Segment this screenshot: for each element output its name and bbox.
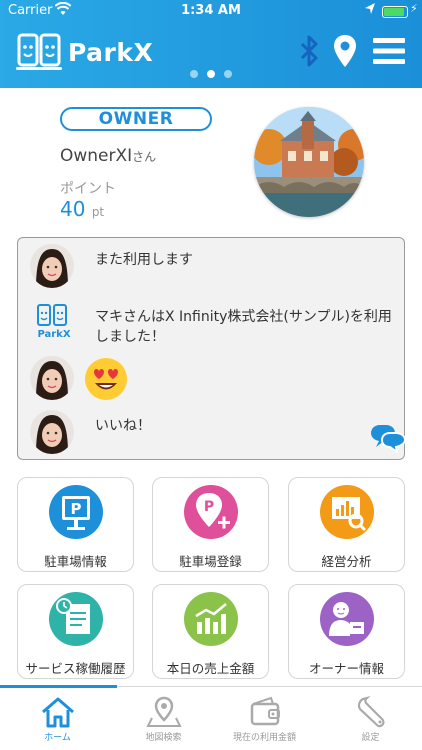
- wallet-icon: [212, 696, 317, 732]
- feed-item-text: また利用します: [95, 252, 193, 268]
- username-text: OwnerXI: [60, 146, 133, 166]
- feed-item[interactable]: [30, 356, 129, 406]
- analytics-icon: [320, 485, 374, 539]
- menu-tile-owner-info[interactable]: オーナー情報: [288, 584, 405, 679]
- menu-tile-parking-info[interactable]: P 駐車場情報: [17, 477, 134, 572]
- menu-tile-label: サービス稼働履歴: [25, 661, 126, 676]
- user-avatar: [30, 244, 74, 288]
- parking-info-icon: P: [49, 485, 103, 539]
- menu-tile-label: 本日の売上金額: [166, 661, 255, 676]
- points-unit: pt: [91, 205, 105, 219]
- parkx-logo-mark-icon: [16, 32, 62, 72]
- svg-text:P: P: [204, 499, 214, 515]
- parkx-logo: ParkX: [16, 30, 153, 74]
- menu-tile-label: 駐車場登録: [179, 554, 242, 569]
- menu-tile-parking-register[interactable]: P 駐車場登録: [152, 477, 269, 572]
- battery-icon: [382, 6, 408, 18]
- tab-label: 設定: [361, 733, 380, 743]
- tab-label: 地図検索: [145, 733, 182, 743]
- menu-tile-sales-today[interactable]: 本日の売上金額: [152, 584, 269, 679]
- location-arrow-icon: [364, 2, 376, 20]
- location-pin-icon[interactable]: [333, 34, 357, 72]
- user-avatar: [30, 410, 74, 454]
- feed-item-text: マキさんはX Infinity株式会社(サンプル)を利用しました！: [95, 309, 392, 345]
- bluetooth-icon[interactable]: [298, 35, 320, 71]
- page-indicator[interactable]: [0, 70, 422, 78]
- points-label: ポイント: [60, 181, 116, 197]
- sales-today-icon: [184, 592, 238, 646]
- parkx-logo-text: ParkX: [37, 329, 71, 340]
- tab-settings[interactable]: 設定: [318, 687, 422, 750]
- parking-register-icon: P: [184, 485, 238, 539]
- feed-item[interactable]: いいね！: [30, 410, 151, 454]
- map-search-icon: [111, 696, 216, 732]
- svg-text:P: P: [71, 500, 82, 518]
- username-suffix: さん: [132, 150, 157, 164]
- page-dot[interactable]: [190, 70, 198, 78]
- menu-tile-label: 経営分析: [321, 554, 372, 569]
- tab-current-usage[interactable]: 現在の利用金額: [212, 687, 317, 750]
- bottom-tab-bar: ホーム 地図検索 現在の利用金額 設定: [0, 685, 422, 750]
- points-value: 40: [60, 197, 86, 221]
- feed-item-text: いいね！: [95, 418, 151, 434]
- menu-tile-label: 駐車場情報: [44, 554, 107, 569]
- parkx-logo: ParkX: [30, 301, 74, 345]
- menu-icon[interactable]: [373, 37, 405, 69]
- tab-label: 現在の利用金額: [232, 733, 296, 743]
- status-bar: Carrier 1:34 AM ⚡: [0, 0, 422, 22]
- username: OwnerXIさん: [60, 146, 156, 166]
- charging-icon: ⚡: [410, 2, 418, 15]
- menu-tile-service-history[interactable]: サービス稼働履歴: [17, 584, 134, 679]
- feed-item[interactable]: また利用します: [30, 244, 193, 288]
- page-dot[interactable]: [224, 70, 232, 78]
- menu-tile-analytics[interactable]: 経営分析: [288, 477, 405, 572]
- profile-photo[interactable]: [254, 107, 364, 217]
- tab-home[interactable]: ホーム: [5, 687, 110, 750]
- heart-eyes-emoji-icon: [83, 356, 129, 406]
- app-header: Carrier 1:34 AM ⚡ ParkX: [0, 0, 422, 88]
- menu-tile-label: オーナー情報: [308, 661, 384, 676]
- clock: 1:34 AM: [181, 3, 241, 18]
- feed-item[interactable]: ParkX マキさんはX Infinity株式会社(サンプル)を利用しました！: [30, 301, 395, 347]
- chat-bubble-icon[interactable]: [370, 423, 407, 457]
- page-dot-active[interactable]: [207, 70, 215, 78]
- service-history-icon: [49, 592, 103, 646]
- tab-map-search[interactable]: 地図検索: [111, 687, 216, 750]
- tab-label: ホーム: [44, 733, 71, 743]
- home-icon: [5, 696, 110, 732]
- owner-info-icon: [320, 592, 374, 646]
- activity-feed[interactable]: また利用します ParkX マキさんはX Infinity株式会社(サンプル)を…: [17, 237, 407, 460]
- app-name: ParkX: [68, 37, 154, 67]
- points-display: 40 pt: [60, 197, 104, 221]
- settings-wrench-icon: [318, 695, 422, 732]
- user-avatar: [30, 356, 74, 400]
- role-badge: OWNER: [60, 107, 212, 131]
